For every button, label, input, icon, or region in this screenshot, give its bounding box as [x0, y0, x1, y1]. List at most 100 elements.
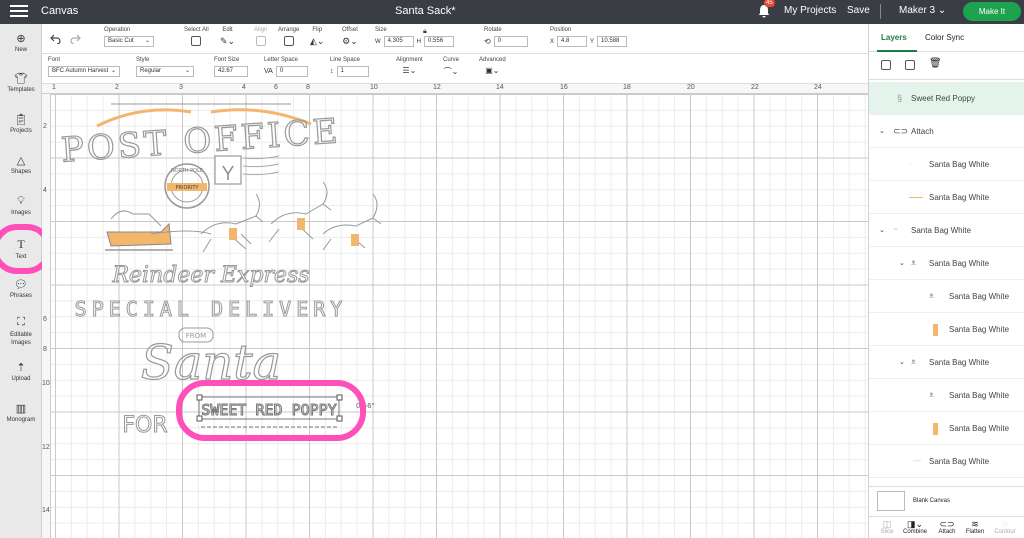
sweet-red-poppy-text: SWEET RED POPPY — [201, 401, 336, 419]
hamburger-menu-icon[interactable] — [10, 5, 28, 19]
flip-group[interactable]: Flip ◭⌄ — [310, 27, 324, 47]
trash-icon[interactable]: 🗑︎ — [929, 58, 942, 69]
ruler-tick: 3 — [179, 84, 183, 91]
group-icon[interactable] — [881, 60, 891, 70]
operation-select[interactable]: Basic Cut ⌄ — [104, 36, 154, 47]
ruler-tick: 18 — [623, 84, 631, 91]
ruler-tick: 1 — [52, 84, 56, 91]
width-input[interactable]: 4.305 — [383, 36, 414, 47]
line-space-input[interactable]: 1 — [336, 66, 369, 77]
duplicate-icon[interactable] — [905, 60, 915, 70]
position-group: Position X 4.8 Y 10.588 — [550, 27, 628, 47]
special-delivery-text: SPECIAL DELIVERY — [75, 297, 348, 321]
layer-row[interactable]: · Santa Bag White — [869, 148, 1024, 181]
sidebar-item-shapes[interactable]: △ Shapes — [0, 154, 42, 175]
layer-row[interactable]: ᴥ Santa Bag White — [869, 280, 1024, 313]
x-input[interactable]: 4.8 — [557, 36, 588, 47]
sidebar-item-new[interactable]: ⊕ New — [0, 32, 42, 53]
rotate-input[interactable]: 0 — [493, 36, 528, 47]
style-select[interactable]: Regular ⌄ — [136, 66, 194, 77]
design-canvas[interactable]: POST OFFICE NORTH POLE PRIORITY Reindeer… — [51, 94, 868, 538]
alignment-group[interactable]: Alignment ☰⌄ — [396, 57, 423, 75]
blank-canvas-row[interactable]: Blank Canvas — [869, 486, 1024, 516]
tab-color-sync[interactable]: Color Sync — [925, 33, 964, 42]
sidebar-item-projects[interactable]: 📋︎ Projects — [0, 113, 42, 134]
ruler-tick: 16 — [560, 84, 568, 91]
advanced-group[interactable]: Advanced ▣⌄ — [479, 57, 506, 75]
ruler-tick: 2 — [115, 84, 119, 91]
contour-button[interactable]: ◌ Contour — [991, 519, 1019, 535]
my-projects-link[interactable]: My Projects — [784, 5, 836, 16]
sidebar-item-label: Templates — [7, 87, 35, 93]
sidebar-item-images[interactable]: 💡︎ Images — [0, 195, 42, 216]
height-input[interactable]: 0.556 — [424, 36, 455, 47]
sidebar-item-templates[interactable]: 👕︎ Templates — [0, 72, 42, 93]
notifications-badge: 45 — [764, 0, 775, 7]
layer-row[interactable]: — Santa Bag White — [869, 445, 1024, 478]
flip-label: Flip — [312, 27, 323, 33]
alignment-label: Alignment — [396, 57, 423, 63]
layer-row[interactable]: Santa Bag White — [869, 412, 1024, 445]
sidebar-item-phrases[interactable]: 💬︎ Phrases — [0, 278, 42, 299]
attach-icon: ⊂⊃ — [893, 126, 909, 136]
layer-row[interactable]: ⌄ ᴥ Santa Bag White — [869, 346, 1024, 379]
sidebar-item-label: Upload — [11, 376, 31, 382]
ruler-tick: 14 — [42, 507, 50, 514]
layer-name: Santa Bag White — [949, 424, 1010, 433]
layer-row[interactable]: § Sweet Red Poppy — [869, 82, 1024, 115]
layer-name: Santa Bag White — [911, 226, 972, 235]
reindeer-thumbnail-icon: ᴥ — [929, 291, 934, 300]
y-input[interactable]: 10.588 — [597, 36, 628, 47]
sidebar-item-label: Images — [11, 210, 31, 216]
offset-group[interactable]: Offset ⚙⌄ — [342, 27, 358, 47]
chevron-down-icon[interactable]: ⌄ — [899, 259, 905, 267]
curve-group[interactable]: Curve ⌒⌄ — [443, 57, 459, 77]
arrange-group[interactable]: Arrange — [278, 27, 299, 48]
sidebar-item-label: Projects — [10, 128, 32, 134]
sidebar-item-upload[interactable]: ⇡ Upload — [0, 361, 42, 382]
redo-icon[interactable] — [70, 34, 81, 44]
make-it-button[interactable]: Make It — [963, 2, 1021, 21]
layer-row[interactable]: ⌄ ᴥ Santa Bag White — [869, 247, 1024, 280]
flatten-button[interactable]: ≋ Flatten — [961, 519, 989, 535]
lock-icon[interactable]: 🔒︎ — [423, 28, 427, 36]
attach-button[interactable]: ⊂⊃ Attach — [933, 519, 961, 535]
layer-row[interactable]: ⌄ ⊂⊃ Attach — [869, 115, 1024, 148]
combine-button[interactable]: ◨⌄ Combine — [901, 519, 929, 535]
font-select[interactable]: BFC Autumn Harvest ⌄ — [48, 66, 120, 77]
panel-tabs: Layers Color Sync — [869, 24, 1024, 52]
select-all-label: Select All — [184, 27, 209, 33]
chevron-down-icon[interactable]: ⌄ — [899, 358, 905, 366]
position-label: Position — [550, 27, 572, 33]
ruler-tick: 10 — [42, 380, 50, 387]
font-size-input[interactable]: 42.67 — [214, 66, 248, 77]
align-group[interactable]: Align — [254, 27, 267, 48]
sidebar-item-label: Editable Images — [10, 332, 32, 346]
sidebar-item-editable-images[interactable]: ⛶ Editable Images — [0, 316, 42, 347]
layer-thumbnail-icon — [909, 197, 923, 198]
layer-row[interactable]: ᴥ Santa Bag White — [869, 379, 1024, 412]
select-all-group[interactable]: Select All — [184, 27, 209, 48]
chevron-down-icon: ⌄ — [144, 38, 150, 44]
operation-value: Basic Cut — [108, 38, 134, 44]
chevron-down-icon[interactable]: ⌄ — [879, 127, 885, 135]
sidebar-item-monogram[interactable]: ▥ Monogram — [0, 402, 42, 423]
letter-space-input[interactable]: 0 — [275, 66, 308, 77]
layer-row[interactable]: Santa Bag White — [869, 181, 1024, 214]
undo-icon[interactable] — [50, 34, 61, 44]
operation-group: Operation Basic Cut ⌄ — [104, 27, 154, 47]
slice-button[interactable]: ◫ Slice — [873, 519, 901, 535]
layer-row[interactable]: Santa Bag White — [869, 313, 1024, 346]
top-bar: Canvas Santa Sack* 45 My Projects Save M… — [0, 0, 1024, 24]
shirt-icon: 👕︎ — [14, 73, 28, 85]
tab-layers[interactable]: Layers — [881, 33, 907, 42]
chevron-down-icon[interactable]: ⌄ — [879, 226, 885, 234]
style-group: Style Regular ⌄ — [136, 57, 194, 77]
blank-canvas-label: Blank Canvas — [913, 498, 951, 504]
sleigh — [106, 222, 172, 247]
save-button[interactable]: Save — [847, 5, 870, 16]
machine-selector[interactable]: Maker 3 ⌄ — [899, 5, 946, 16]
layer-thumbnail-icon: — — [913, 456, 921, 465]
layer-row[interactable]: ⌄ ~ Santa Bag White — [869, 214, 1024, 247]
edit-group[interactable]: Edit ✎⌄ — [220, 27, 235, 47]
